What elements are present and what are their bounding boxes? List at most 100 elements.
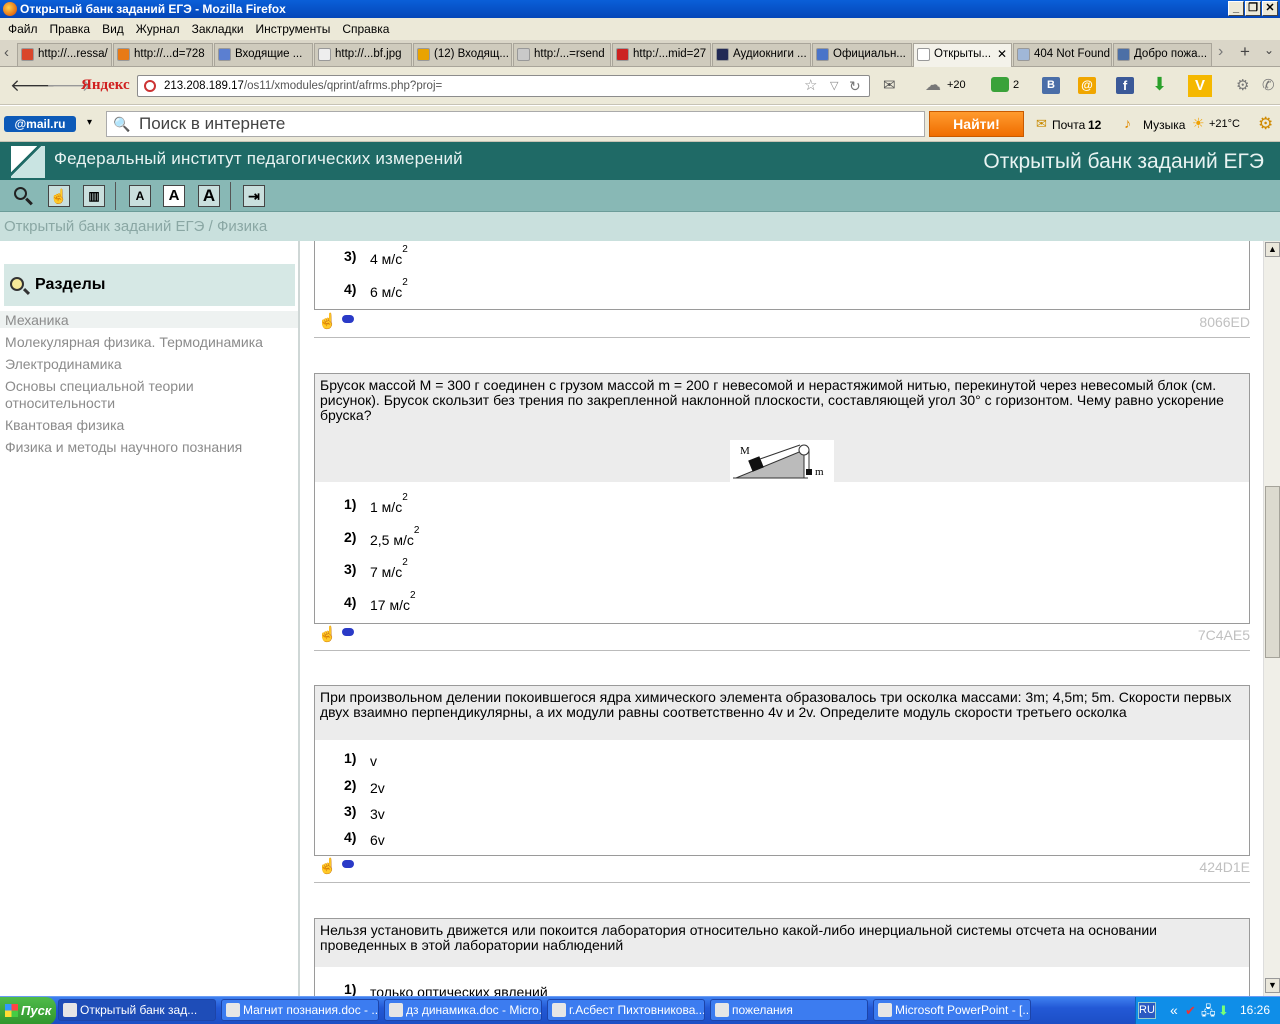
menu-help[interactable]: Справка — [336, 22, 395, 36]
hand-pointer-icon[interactable]: ☝ — [48, 185, 70, 207]
menu-edit[interactable]: Правка — [44, 22, 97, 36]
v-logo-icon[interactable]: V — [1188, 75, 1212, 97]
tab-4[interactable]: http://...bf.jpg — [314, 43, 412, 66]
tab-10[interactable]: Открыты... ✕ — [913, 43, 1012, 67]
answer-option[interactable]: 4) 17 м/с2 — [344, 590, 416, 613]
maximize-button[interactable]: ❐ — [1245, 1, 1261, 16]
tab-5[interactable]: (12) Входящ... — [413, 43, 512, 66]
tabs-scroll-left-icon[interactable]: ‹ — [4, 44, 9, 61]
scroll-up-arrow-icon[interactable]: ▲ — [1265, 242, 1280, 257]
site-identity-icon[interactable] — [144, 80, 156, 92]
menu-history[interactable]: Журнал — [130, 22, 186, 36]
tab-3[interactable]: Входящие ... — [214, 43, 313, 66]
sidebar-item-mechanics[interactable]: Механика — [5, 312, 69, 329]
tray-download-icon[interactable]: ⬇ — [1218, 997, 1229, 1024]
taskbar-button-6[interactable]: Microsoft PowerPoint - [... — [873, 999, 1031, 1021]
taskbar-button-1[interactable]: Открытый банк зад... — [58, 999, 216, 1021]
sidebar-item-molecular[interactable]: Молекулярная физика. Термодинамика — [5, 334, 263, 351]
answer-option[interactable]: 4) 6 м/с2 — [344, 277, 408, 300]
search-icon[interactable] — [12, 185, 34, 207]
tab-11[interactable]: 404 Not Found — [1013, 43, 1112, 66]
statistics-chart-icon[interactable]: ▥ — [83, 185, 105, 207]
logout-icon[interactable]: ⇥ — [243, 185, 265, 207]
taskbar-button-2[interactable]: Магнит познания.doc - ... — [221, 999, 379, 1021]
reload-icon[interactable]: ↻ — [849, 76, 861, 96]
font-small-icon[interactable]: A — [129, 185, 151, 207]
mailru-menu-chevron-icon[interactable]: ▾ — [87, 117, 92, 128]
tab-1[interactable]: http://...ressa/ — [17, 43, 112, 66]
addons-icon[interactable]: ⚙ — [1236, 76, 1249, 94]
share-icon[interactable]: ✆ — [1262, 76, 1275, 94]
answer-option[interactable]: 1) 1 м/с2 — [344, 492, 408, 515]
tab-8[interactable]: Аудиокниги ... — [712, 43, 811, 66]
taskbar-button-4[interactable]: г.Асбест Пихтовникова... — [547, 999, 705, 1021]
mail-agent-icon[interactable]: @ — [1078, 77, 1096, 94]
url-dropdown-icon[interactable]: ▽ — [830, 76, 838, 96]
sidebar-item-quantum[interactable]: Квантовая физика — [5, 417, 124, 434]
hand-pointer-icon[interactable]: ☝ — [318, 312, 337, 330]
close-tab-icon[interactable]: ✕ — [997, 44, 1007, 65]
font-medium-icon[interactable]: A — [163, 185, 185, 207]
menu-tools[interactable]: Инструменты — [250, 22, 337, 36]
sidebar-item-methods[interactable]: Физика и методы научного познания — [5, 439, 242, 456]
mail-label[interactable]: Почта — [1052, 118, 1085, 132]
scroll-down-arrow-icon[interactable]: ▼ — [1265, 978, 1280, 993]
scrollbar-thumb[interactable] — [1265, 486, 1280, 658]
sun-weather-icon[interactable]: ☀ — [1192, 115, 1205, 132]
tray-network-icon[interactable]: 🖧 — [1201, 997, 1216, 1024]
eye-icon[interactable] — [342, 860, 354, 868]
bookmark-star-icon[interactable]: ☆ — [804, 76, 817, 96]
tab-9[interactable]: Официальн... — [812, 43, 912, 66]
tab-12[interactable]: Добро пожа... — [1113, 43, 1212, 66]
url-bar[interactable]: 213.208.189.17/os11/xmodules/qprint/afrm… — [137, 75, 870, 97]
language-indicator[interactable]: RU — [1138, 1002, 1156, 1019]
menu-bookmarks[interactable]: Закладки — [186, 22, 250, 36]
answer-option[interactable]: 1) v — [344, 750, 377, 769]
weather-cloud-icon[interactable]: ☁ — [925, 75, 941, 95]
eye-icon[interactable] — [342, 315, 354, 323]
new-tab-icon[interactable]: + — [1240, 42, 1250, 62]
hand-pointer-icon[interactable]: ☝ — [318, 857, 337, 875]
settings-gear-icon[interactable]: ⚙ — [1258, 114, 1273, 134]
close-button[interactable]: ✕ — [1262, 1, 1278, 16]
taskbar-button-5[interactable]: пожелания — [710, 999, 868, 1021]
music-label[interactable]: Музыка — [1143, 118, 1185, 132]
answer-option[interactable]: 3) 3v — [344, 803, 385, 822]
sidebar-item-relativity[interactable]: Основы специальной теории относительност… — [5, 378, 235, 412]
yandex-logo[interactable]: Яндекс — [81, 77, 130, 94]
taskbar-button-3[interactable]: дз динамика.doc - Micro... — [384, 999, 542, 1021]
mailru-logo[interactable]: @mail.ru — [4, 116, 76, 132]
vertical-scrollbar[interactable]: ▲ ▼ — [1263, 241, 1280, 996]
eye-icon[interactable] — [342, 628, 354, 636]
vk-icon[interactable]: B — [1042, 77, 1060, 94]
download-arrow-icon[interactable]: ⬇ — [1152, 74, 1167, 95]
music-note-icon[interactable]: ♪ — [1124, 115, 1131, 131]
tab-6[interactable]: http:/...=rsend — [513, 43, 611, 66]
font-large-icon[interactable]: A — [198, 185, 220, 207]
tray-antivirus-icon[interactable]: ✔ — [1185, 997, 1196, 1024]
breadcrumb[interactable]: Открытый банк заданий ЕГЭ / Физика — [0, 212, 1280, 241]
mail-envelope-icon[interactable]: ✉ — [883, 76, 896, 94]
answer-option[interactable]: 1) только оптических явлений — [344, 981, 548, 996]
tab-7[interactable]: http:/...mid=27 — [612, 43, 711, 66]
sidebar-item-electrodynamics[interactable]: Электродинамика — [5, 356, 122, 373]
tab-2[interactable]: http://...d=728 — [113, 43, 213, 66]
home-notifications-icon[interactable] — [991, 77, 1009, 92]
tray-expand-icon[interactable]: « — [1170, 997, 1178, 1024]
answer-option[interactable]: 3) 7 м/с2 — [344, 557, 408, 580]
answer-option[interactable]: 2) 2v — [344, 777, 385, 796]
menu-view[interactable]: Вид — [96, 22, 130, 36]
answer-option[interactable]: 4) 6v — [344, 829, 385, 848]
facebook-icon[interactable]: f — [1116, 77, 1134, 94]
answer-option[interactable]: 3) 4 м/с2 — [344, 244, 408, 267]
start-button[interactable]: Пуск — [0, 997, 56, 1024]
search-input[interactable]: 🔍 Поиск в интернете — [106, 111, 925, 137]
search-provider-icon[interactable]: 🔍 — [113, 112, 130, 136]
menu-file[interactable]: Файл — [2, 22, 44, 36]
answer-option[interactable]: 2) 2,5 м/с2 — [344, 525, 419, 548]
find-button[interactable]: Найти! — [929, 111, 1024, 137]
mail-icon[interactable]: ✉ — [1036, 116, 1047, 132]
hand-pointer-icon[interactable]: ☝ — [318, 625, 337, 643]
tabs-scroll-right-icon[interactable]: › — [1218, 43, 1223, 61]
list-tabs-icon[interactable]: ⌄ — [1264, 43, 1274, 57]
